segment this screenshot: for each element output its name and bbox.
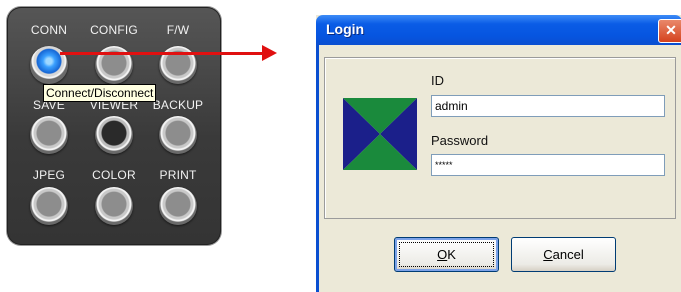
password-label: Password xyxy=(431,133,489,148)
backup-label: BACKUP xyxy=(152,98,204,112)
conn-label: CONN xyxy=(30,23,68,37)
window-title: Login xyxy=(326,21,365,37)
cancel-label-rest: ancel xyxy=(552,247,584,262)
conn-tooltip: Connect/Disconnect xyxy=(43,84,157,102)
cancel-mnemonic: C xyxy=(543,247,553,262)
focus-rect xyxy=(399,242,494,267)
login-window: Login ✕ ID Password OK Cancel xyxy=(316,15,681,292)
viewer-button[interactable] xyxy=(95,116,133,154)
fw-label: F/W xyxy=(166,23,190,37)
ok-button[interactable]: OK xyxy=(394,237,499,272)
arrow-line xyxy=(60,52,265,55)
print-button[interactable] xyxy=(159,187,197,225)
arrow-head-icon xyxy=(262,45,277,61)
title-bar[interactable]: Login ✕ xyxy=(316,15,681,45)
print-label: PRINT xyxy=(159,168,197,182)
window-frame xyxy=(316,45,319,292)
app-logo-icon xyxy=(343,98,417,170)
save-button[interactable] xyxy=(30,116,68,154)
id-label: ID xyxy=(431,73,444,88)
backup-button[interactable] xyxy=(159,116,197,154)
color-button[interactable] xyxy=(95,187,133,225)
password-input[interactable] xyxy=(431,154,665,176)
button-panel: CONN CONFIG F/W SAVE VIEWER BACKUP JPEG … xyxy=(7,7,221,245)
color-label: COLOR xyxy=(92,168,136,182)
cancel-button[interactable]: Cancel xyxy=(511,237,616,272)
config-label: CONFIG xyxy=(90,23,138,37)
jpeg-button[interactable] xyxy=(30,187,68,225)
jpeg-label: JPEG xyxy=(32,168,66,182)
close-icon[interactable]: ✕ xyxy=(658,19,681,43)
id-input[interactable] xyxy=(431,95,665,117)
